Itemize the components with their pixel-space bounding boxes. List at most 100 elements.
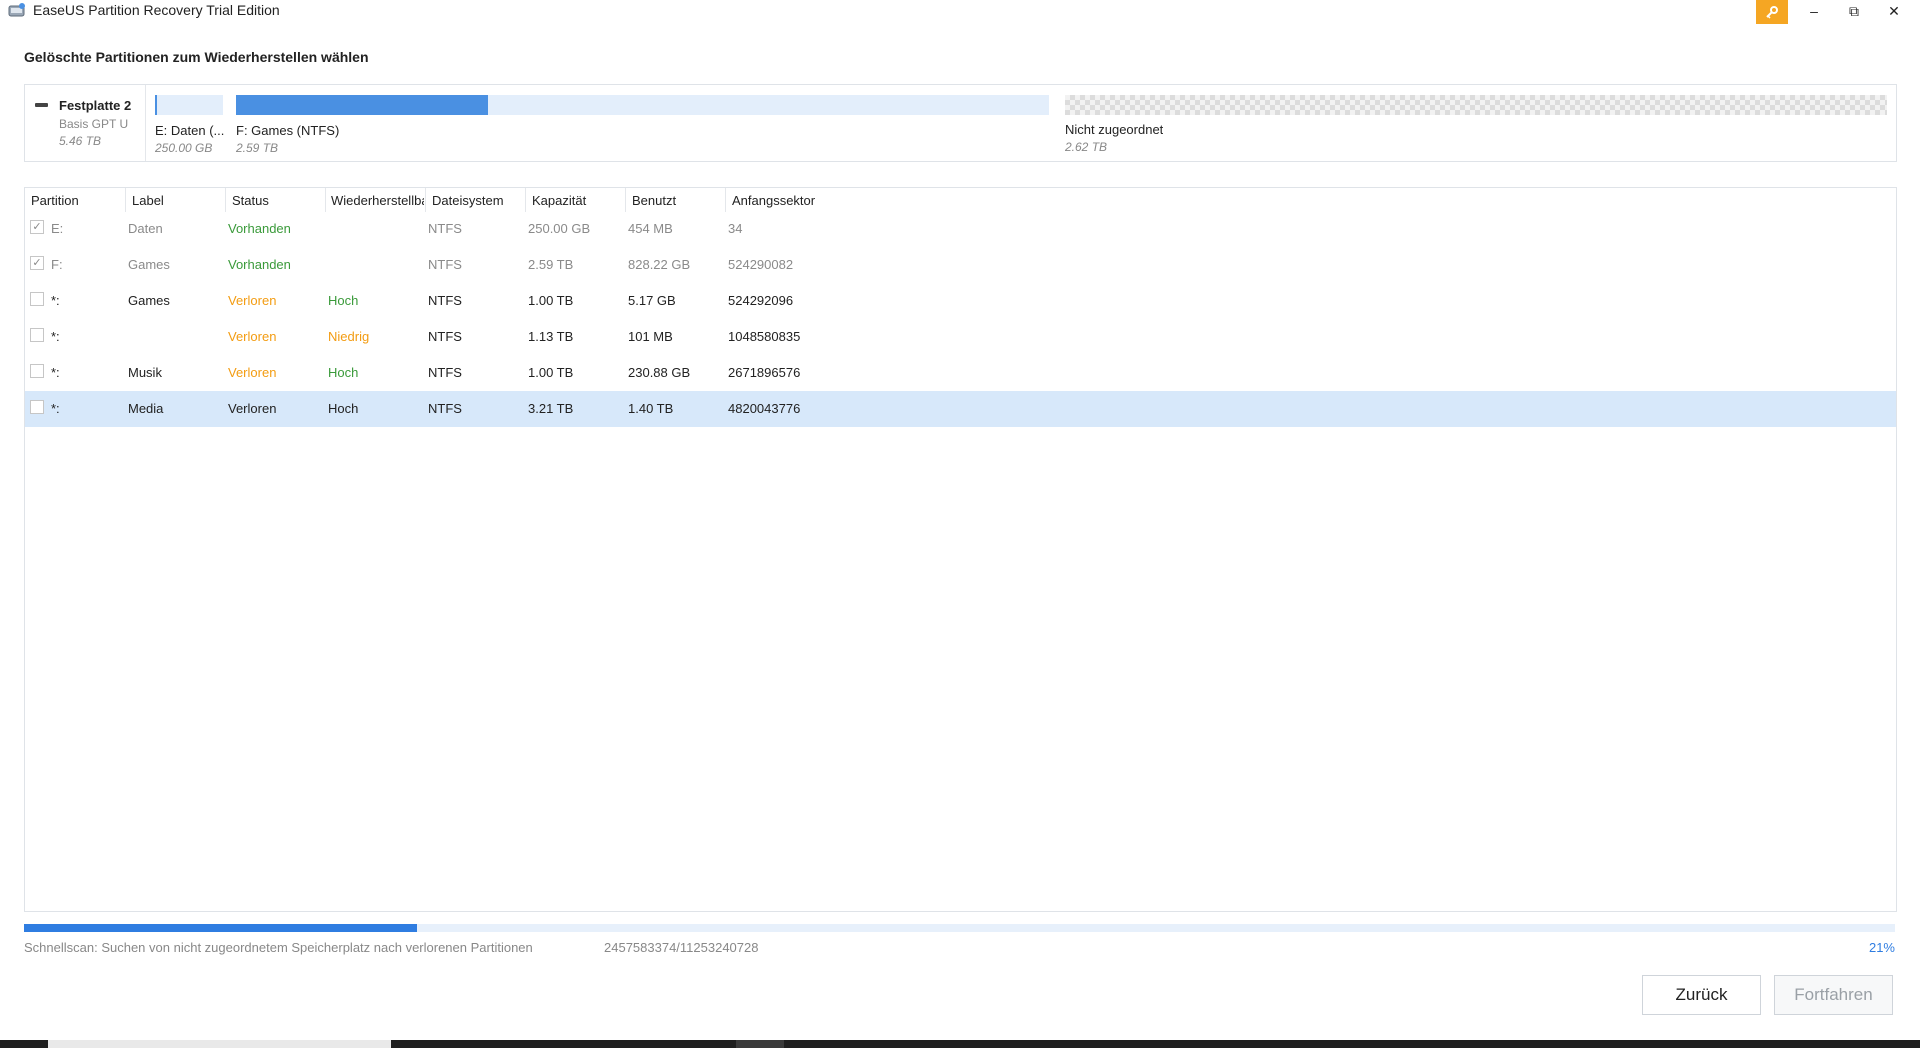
cell-status: Verloren xyxy=(228,365,277,380)
cell-filesystem: NTFS xyxy=(428,329,462,344)
cell-capacity: 3.21 TB xyxy=(528,401,574,416)
minimize-icon[interactable]: – xyxy=(1796,0,1832,22)
scan-progress-bar xyxy=(24,924,1895,932)
cell-used: 230.88 GB xyxy=(628,365,691,380)
window-title: EaseUS Partition Recovery Trial Edition xyxy=(33,2,280,18)
cell-used: 454 MB xyxy=(628,221,673,236)
table-header: Partition Label Status Wiederherstellbar… xyxy=(25,188,1896,212)
column-header-start-sector[interactable]: Anfangssektor xyxy=(732,193,882,208)
disk-type: Basis GPT U xyxy=(59,117,129,131)
row-checkbox[interactable]: ✓ xyxy=(30,220,44,234)
cell-used: 828.22 GB xyxy=(628,257,691,272)
cell-capacity: 1.13 TB xyxy=(528,329,574,344)
taskbar-search[interactable] xyxy=(48,1040,391,1048)
cell-status: Verloren xyxy=(228,293,277,308)
cell-used: 1.40 TB xyxy=(628,401,674,416)
disk-name: Festplatte 2 xyxy=(59,98,132,113)
taskbar-app[interactable] xyxy=(736,1040,784,1048)
column-header-used[interactable]: Benutzt xyxy=(632,193,724,208)
row-checkbox[interactable] xyxy=(30,328,44,342)
cell-partition: *: xyxy=(51,365,60,380)
cell-filesystem: NTFS xyxy=(428,221,462,236)
segment-size-unallocated: 2.62 TB xyxy=(1065,140,1108,154)
scan-sector-count: 2457583374/11253240728 xyxy=(604,940,759,955)
segment-label-e: E: Daten (... xyxy=(155,123,225,138)
segment-size-e: 250.00 GB xyxy=(155,141,213,155)
table-row[interactable]: *: Games Verloren Hoch NTFS 1.00 TB 5.17… xyxy=(25,283,1896,319)
key-icon[interactable] xyxy=(1756,0,1788,24)
column-header-filesystem[interactable]: Dateisystem xyxy=(432,193,524,208)
segment-label-unallocated: Nicht zugeordnet xyxy=(1065,122,1164,137)
continue-button[interactable]: Fortfahren xyxy=(1774,975,1893,1015)
cell-partition: F: xyxy=(51,257,63,272)
cell-filesystem: NTFS xyxy=(428,257,462,272)
cell-capacity: 1.00 TB xyxy=(528,293,574,308)
row-checkbox[interactable]: ✓ xyxy=(30,256,44,270)
cell-label: Daten xyxy=(128,221,163,236)
cell-label: Musik xyxy=(128,365,162,380)
scan-percent: 21% xyxy=(1868,940,1895,955)
cell-filesystem: NTFS xyxy=(428,365,462,380)
cell-recoverability: Hoch xyxy=(328,365,359,380)
column-header-status[interactable]: Status xyxy=(232,193,324,208)
disk-size: 5.46 TB xyxy=(59,134,102,148)
segment-label-f: F: Games (NTFS) xyxy=(236,123,340,138)
row-checkbox[interactable] xyxy=(30,292,44,306)
cell-status: Vorhanden xyxy=(228,257,291,272)
column-header-capacity[interactable]: Kapazität xyxy=(532,193,624,208)
table-row[interactable]: ✓ E: Daten Vorhanden NTFS 250.00 GB 454 … xyxy=(25,211,1896,247)
disk-map: Festplatte 2 Basis GPT U 5.46 TB E: Date… xyxy=(24,84,1897,162)
cell-start-sector: 2671896576 xyxy=(728,365,801,380)
partition-table: Partition Label Status Wiederherstellbar… xyxy=(24,187,1897,912)
cell-filesystem: NTFS xyxy=(428,401,462,416)
cell-recoverability: Hoch xyxy=(328,401,359,416)
close-icon[interactable]: ✕ xyxy=(1876,0,1912,22)
table-row[interactable]: ✓ F: Games Vorhanden NTFS 2.59 TB 828.22… xyxy=(25,247,1896,283)
column-header-recoverability[interactable]: Wiederherstellbarkeit xyxy=(331,193,424,208)
cell-label: Media xyxy=(128,401,164,416)
restore-icon[interactable]: ⧉ xyxy=(1836,0,1872,22)
cell-capacity: 1.00 TB xyxy=(528,365,574,380)
cell-start-sector: 524290082 xyxy=(728,257,794,272)
cell-label: Games xyxy=(128,293,170,308)
column-header-partition[interactable]: Partition xyxy=(31,193,123,208)
unallocated-segment[interactable] xyxy=(1065,95,1887,115)
partition-usage-bar xyxy=(236,95,489,115)
partition-segment-e[interactable] xyxy=(155,95,223,115)
scan-progress-fill xyxy=(24,924,417,932)
row-checkbox[interactable] xyxy=(30,364,44,378)
cell-recoverability: Hoch xyxy=(328,293,359,308)
cell-partition: *: xyxy=(51,329,60,344)
page-title: Gelöschte Partitionen zum Wiederherstell… xyxy=(24,49,369,65)
cell-filesystem: NTFS xyxy=(428,293,462,308)
cell-start-sector: 524292096 xyxy=(728,293,794,308)
cell-status: Verloren xyxy=(228,401,277,416)
title-bar: EaseUS Partition Recovery Trial Edition … xyxy=(0,0,1920,24)
cell-capacity: 250.00 GB xyxy=(528,221,591,236)
cell-status: Verloren xyxy=(228,329,277,344)
cell-partition: E: xyxy=(51,221,64,236)
table-row[interactable]: *: Musik Verloren Hoch NTFS 1.00 TB 230.… xyxy=(25,355,1896,391)
table-row-selected[interactable]: *: Media Verloren Hoch NTFS 3.21 TB 1.40… xyxy=(25,391,1896,427)
cell-start-sector: 34 xyxy=(728,221,743,236)
table-row[interactable]: *: Verloren Niedrig NTFS 1.13 TB 101 MB … xyxy=(25,319,1896,355)
cell-partition: *: xyxy=(51,401,60,416)
cell-status: Vorhanden xyxy=(228,221,291,236)
scan-status-text: Schnellscan: Suchen von nicht zugeordnet… xyxy=(24,940,533,955)
cell-recoverability: Niedrig xyxy=(328,329,370,344)
segment-size-f: 2.59 TB xyxy=(236,141,279,155)
back-button[interactable]: Zurück xyxy=(1642,975,1761,1015)
cell-start-sector: 1048580835 xyxy=(728,329,801,344)
cell-used: 101 MB xyxy=(628,329,673,344)
column-header-label[interactable]: Label xyxy=(132,193,224,208)
partition-segment-f[interactable] xyxy=(236,95,1049,115)
cell-used: 5.17 GB xyxy=(628,293,676,308)
app-logo-icon xyxy=(8,3,25,17)
disk-icon xyxy=(35,103,48,107)
cell-partition: *: xyxy=(51,293,60,308)
cell-label: Games xyxy=(128,257,170,272)
cell-start-sector: 4820043776 xyxy=(728,401,801,416)
disk-info[interactable]: Festplatte 2 Basis GPT U 5.46 TB xyxy=(25,85,146,161)
cell-capacity: 2.59 TB xyxy=(528,257,574,272)
row-checkbox[interactable] xyxy=(30,400,44,414)
